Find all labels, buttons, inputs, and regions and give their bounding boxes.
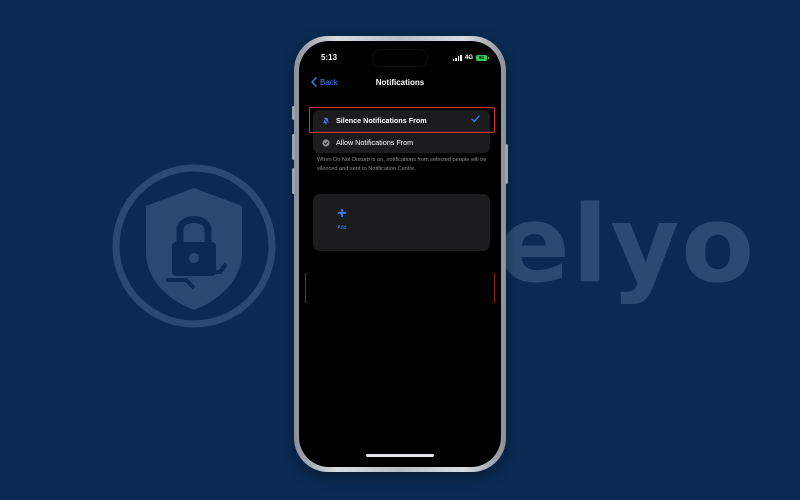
mode-description: When Do Not Disturb is on, notifications…	[317, 157, 487, 172]
power-button	[505, 144, 508, 184]
phone-screen: 5:13 4G 84 Back Notifications Silence No…	[299, 41, 501, 467]
home-indicator[interactable]	[366, 454, 434, 457]
cellular-signal-icon	[452, 54, 462, 61]
dynamic-island	[373, 50, 427, 66]
people-grid: + Add	[313, 194, 490, 251]
network-type: 4G	[464, 54, 473, 61]
option-silence-notifications[interactable]: Silence Notifications From	[309, 107, 495, 133]
right-edge-mark	[494, 273, 495, 303]
action-button	[292, 106, 295, 120]
status-indicators: 4G 84	[452, 54, 489, 61]
bell-check-icon	[321, 138, 330, 147]
page-title: Notifications	[375, 78, 425, 87]
status-time: 5:13	[321, 53, 338, 62]
option-allow-notifications[interactable]: Allow Notifications From	[313, 131, 490, 153]
add-label: Add	[337, 225, 347, 231]
volume-down-button	[292, 168, 295, 194]
battery-icon: 84	[476, 54, 489, 61]
add-person-button[interactable]: + Add	[327, 205, 357, 232]
left-edge-mark	[305, 273, 306, 303]
bell-slash-icon	[321, 116, 330, 125]
phone-frame: 5:13 4G 84 Back Notifications Silence No…	[292, 36, 508, 472]
silence-option-label: Silence Notifications From	[336, 116, 427, 125]
checkmark-icon	[471, 115, 480, 125]
plus-icon: +	[337, 205, 347, 222]
volume-up-button	[292, 134, 295, 160]
allow-option-label: Allow Notifications From	[336, 138, 414, 147]
notification-mode-list: Silence Notifications From Allow Notific…	[309, 107, 495, 153]
safelyo-watermark-logo-icon	[112, 164, 276, 328]
